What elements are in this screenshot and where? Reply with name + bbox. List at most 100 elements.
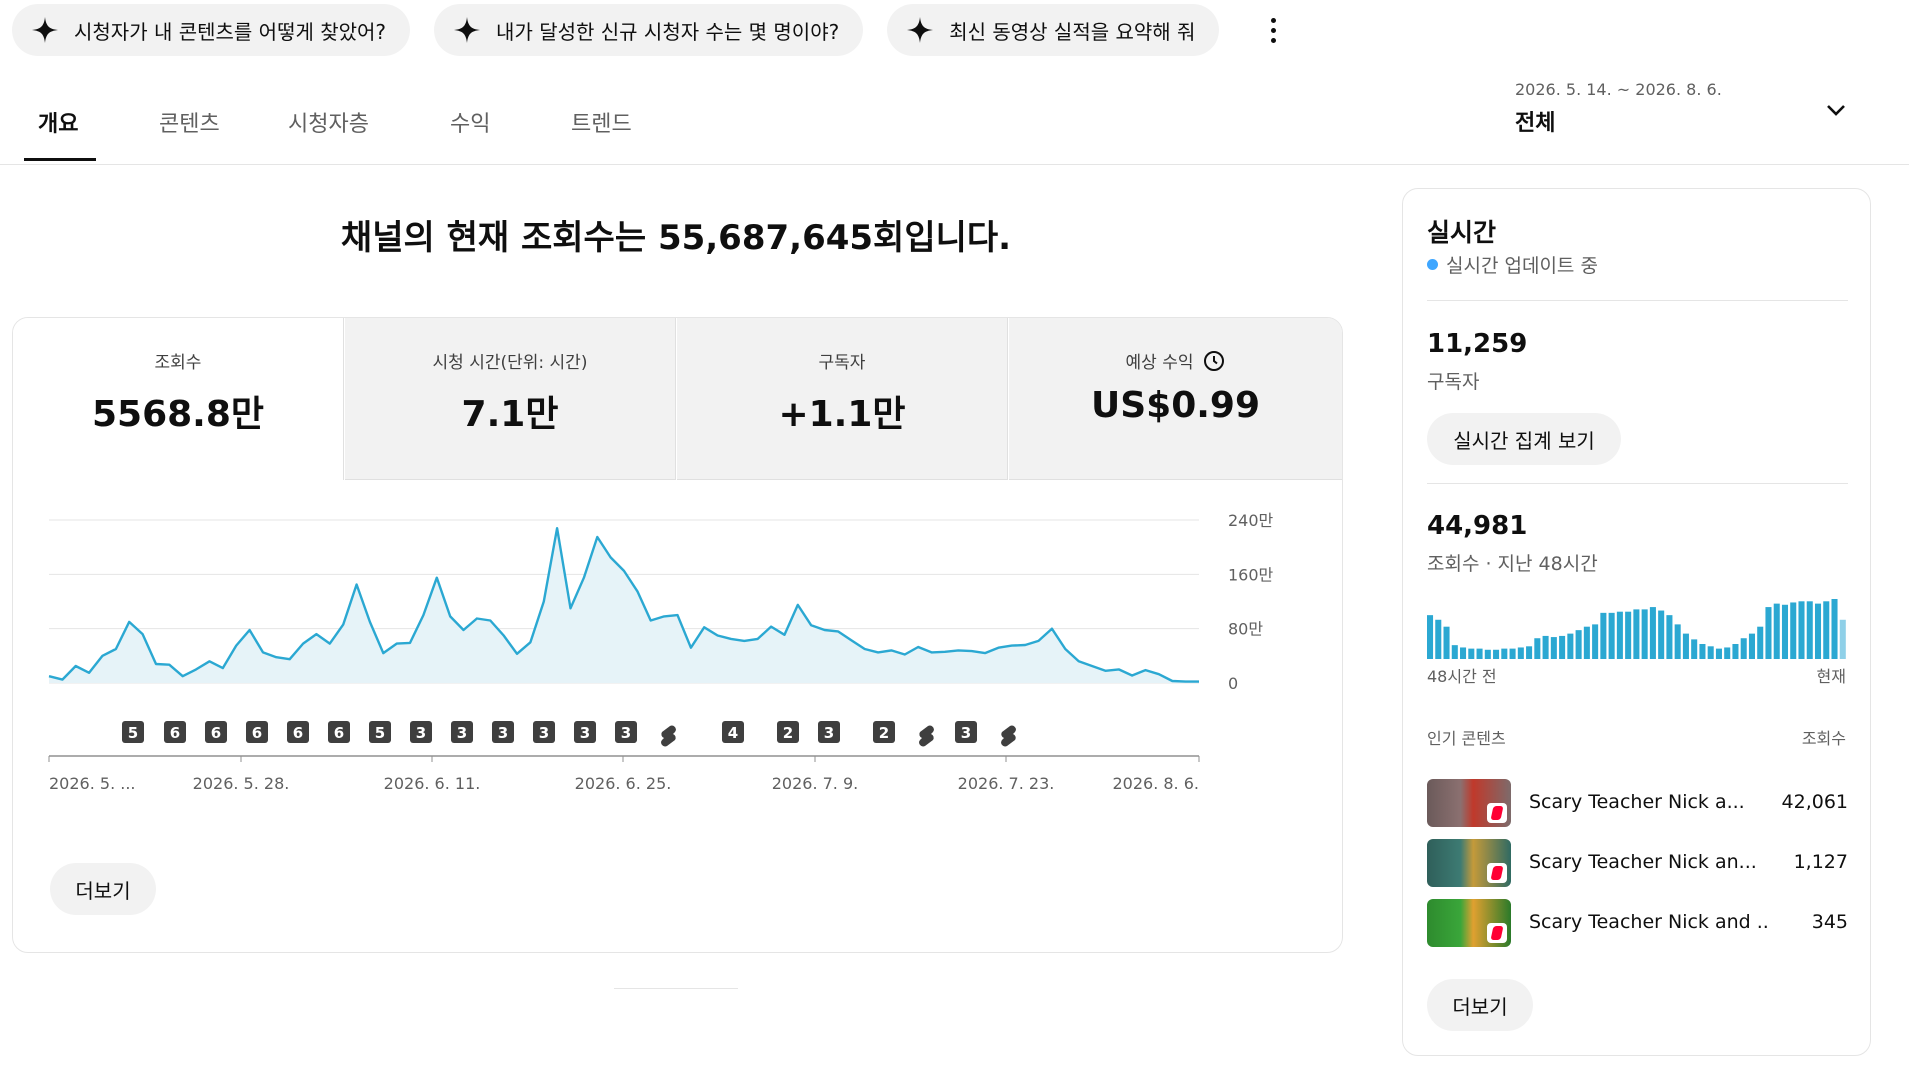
- active-tab-indicator: [24, 158, 96, 161]
- metric-label: 시청 시간(단위: 시간): [432, 353, 588, 373]
- realtime-bar: [1658, 610, 1665, 659]
- chevron-down-icon[interactable]: [1824, 98, 1848, 122]
- metric-label: 조회수: [154, 353, 202, 373]
- realtime-bar: [1806, 601, 1813, 659]
- realtime-bar: [1608, 612, 1615, 659]
- y-tick-label: 0: [1228, 674, 1238, 693]
- realtime-bar: [1699, 644, 1706, 659]
- metric-subscribers[interactable]: 구독자 +1.1만: [677, 318, 1008, 480]
- realtime-bar: [1451, 645, 1458, 659]
- realtime-card: 실시간 실시간 업데이트 중 11,259 구독자 실시간 집계 보기 44,9…: [1402, 188, 1871, 1056]
- realtime-bar: [1823, 601, 1830, 659]
- realtime-bar: [1707, 646, 1714, 659]
- realtime-bar: [1517, 647, 1524, 659]
- x-tick-label: 2026. 8. 6.: [1112, 774, 1199, 793]
- metric-value: 7.1만: [461, 394, 559, 435]
- realtime-bar: [1501, 648, 1508, 659]
- x-tick-label: 2026. 5. 28.: [193, 774, 290, 793]
- tab-audience[interactable]: 시청자층: [288, 106, 369, 138]
- realtime-bar: [1839, 619, 1846, 659]
- realtime-bar: [1748, 633, 1755, 659]
- overview-card: 조회수 5568.8만 시청 시간(단위: 시간) 7.1만 구독자 +1.1만…: [12, 317, 1343, 953]
- shorts-icon: [1487, 923, 1507, 943]
- suggestion-chip-3[interactable]: 최신 동영상 실적을 요약해 줘: [887, 4, 1220, 56]
- live-dot-icon: [1427, 259, 1438, 270]
- top-content-title: Scary Teacher Nick and ...: [1529, 911, 1769, 933]
- live-count-button[interactable]: 실시간 집계 보기: [1427, 413, 1621, 465]
- upload-marker-label: 6: [252, 724, 262, 742]
- metric-views[interactable]: 조회수 5568.8만: [13, 318, 344, 480]
- tab-revenue[interactable]: 수익: [450, 106, 490, 138]
- upload-marker-label: 3: [580, 724, 590, 742]
- bars-start-label: 48시간 전: [1427, 667, 1497, 686]
- metric-label: 구독자: [818, 353, 866, 373]
- metric-watch-time[interactable]: 시청 시간(단위: 시간) 7.1만: [345, 318, 676, 480]
- top-content-item[interactable]: Scary Teacher Nick and ... 345: [1427, 899, 1848, 949]
- video-thumbnail: [1427, 779, 1511, 827]
- realtime-status: 실시간 업데이트 중: [1427, 251, 1598, 278]
- top-content-views: 1,127: [1793, 851, 1848, 873]
- x-tick-label: 2026. 7. 9.: [772, 774, 859, 793]
- upload-marker-label: 2: [783, 724, 793, 742]
- more-options-icon[interactable]: [1261, 10, 1285, 50]
- upload-marker-label: 3: [961, 724, 971, 742]
- upload-marker-label: 3: [498, 724, 508, 742]
- top-content-views: 345: [1811, 911, 1848, 933]
- realtime-bar: [1567, 633, 1574, 659]
- suggestion-chip-label: 시청자가 내 콘텐츠를 어떻게 찾았어?: [74, 19, 387, 44]
- realtime-bar: [1509, 648, 1516, 659]
- shorts-marker-icon: [919, 725, 934, 747]
- metric-value: +1.1만: [778, 394, 906, 435]
- realtime-bar: [1649, 607, 1656, 659]
- tab-overview[interactable]: 개요: [38, 106, 78, 138]
- suggestion-chip-1[interactable]: 시청자가 내 콘텐츠를 어떻게 찾았어?: [12, 4, 411, 56]
- realtime-bar: [1732, 644, 1739, 659]
- suggestion-chip-2[interactable]: 내가 달성한 신규 시청자 수는 몇 명이야?: [434, 4, 864, 56]
- y-tick-label: 80만: [1228, 620, 1263, 639]
- suggestion-chip-label: 최신 동영상 실적을 요약해 줘: [949, 19, 1196, 44]
- upload-marker-label: 2: [879, 724, 889, 742]
- realtime-bar: [1724, 647, 1731, 659]
- bars-end-label: 현재: [1816, 667, 1846, 686]
- metric-label: 예상 수익: [1125, 353, 1194, 373]
- realtime-subscribers-label: 구독자: [1427, 371, 1480, 393]
- realtime-bar: [1493, 649, 1500, 659]
- realtime-views-bars[interactable]: [1427, 599, 1848, 659]
- divider: [1427, 300, 1848, 301]
- clock-icon[interactable]: [1203, 350, 1225, 372]
- top-content-metric: 조회수: [1801, 729, 1846, 748]
- realtime-bar: [1427, 615, 1434, 659]
- realtime-bar: [1682, 633, 1689, 659]
- tab-content[interactable]: 콘텐츠: [159, 106, 220, 138]
- upload-marker-label: 3: [621, 724, 631, 742]
- top-content-title: Scary Teacher Nick a...: [1529, 791, 1745, 813]
- top-content-more-button[interactable]: 더보기: [1427, 979, 1533, 1031]
- realtime-bar: [1781, 604, 1789, 659]
- sparkle-icon: [454, 17, 481, 43]
- x-tick-label: 2026. 6. 25.: [575, 774, 672, 793]
- more-button[interactable]: 더보기: [50, 863, 156, 915]
- realtime-bar: [1625, 611, 1632, 659]
- upload-marker-label: 3: [824, 724, 834, 742]
- views-chart[interactable]: 240만 160만 80만 0 5 6 6 6 6 6 5 3 3 3 3 3 3 4 2 3 2 3 2026. 5. .…: [13, 480, 1342, 800]
- metric-estimated-revenue[interactable]: 예상 수익 US$0.99: [1009, 318, 1342, 480]
- video-thumbnail: [1427, 899, 1511, 947]
- sparkle-icon: [907, 17, 934, 43]
- sparkle-icon: [32, 17, 58, 43]
- period-selector[interactable]: 2026. 5. 14. ~ 2026. 8. 6. 전체: [1515, 80, 1722, 137]
- realtime-bar: [1773, 603, 1780, 659]
- realtime-bar: [1600, 612, 1607, 659]
- tab-trends[interactable]: 트렌드: [571, 106, 632, 138]
- top-content-views: 42,061: [1781, 791, 1848, 813]
- suggestion-chips: 시청자가 내 콘텐츠를 어떻게 찾았어? 내가 달성한 신규 시청자 수는 몇 …: [12, 4, 1285, 56]
- upload-marker-label: 6: [211, 724, 221, 742]
- x-tick-label: 2026. 5. ...: [49, 774, 136, 793]
- top-content-item[interactable]: Scary Teacher Nick an... 1,127: [1427, 839, 1848, 889]
- series-area: [49, 528, 1199, 683]
- period-label: 전체: [1515, 111, 1556, 136]
- upload-marker-label: 5: [375, 724, 385, 742]
- top-content-item[interactable]: Scary Teacher Nick a... 42,061: [1427, 779, 1848, 829]
- upload-marker-label: 3: [457, 724, 467, 742]
- realtime-bar: [1633, 609, 1640, 659]
- video-thumbnail: [1427, 839, 1511, 887]
